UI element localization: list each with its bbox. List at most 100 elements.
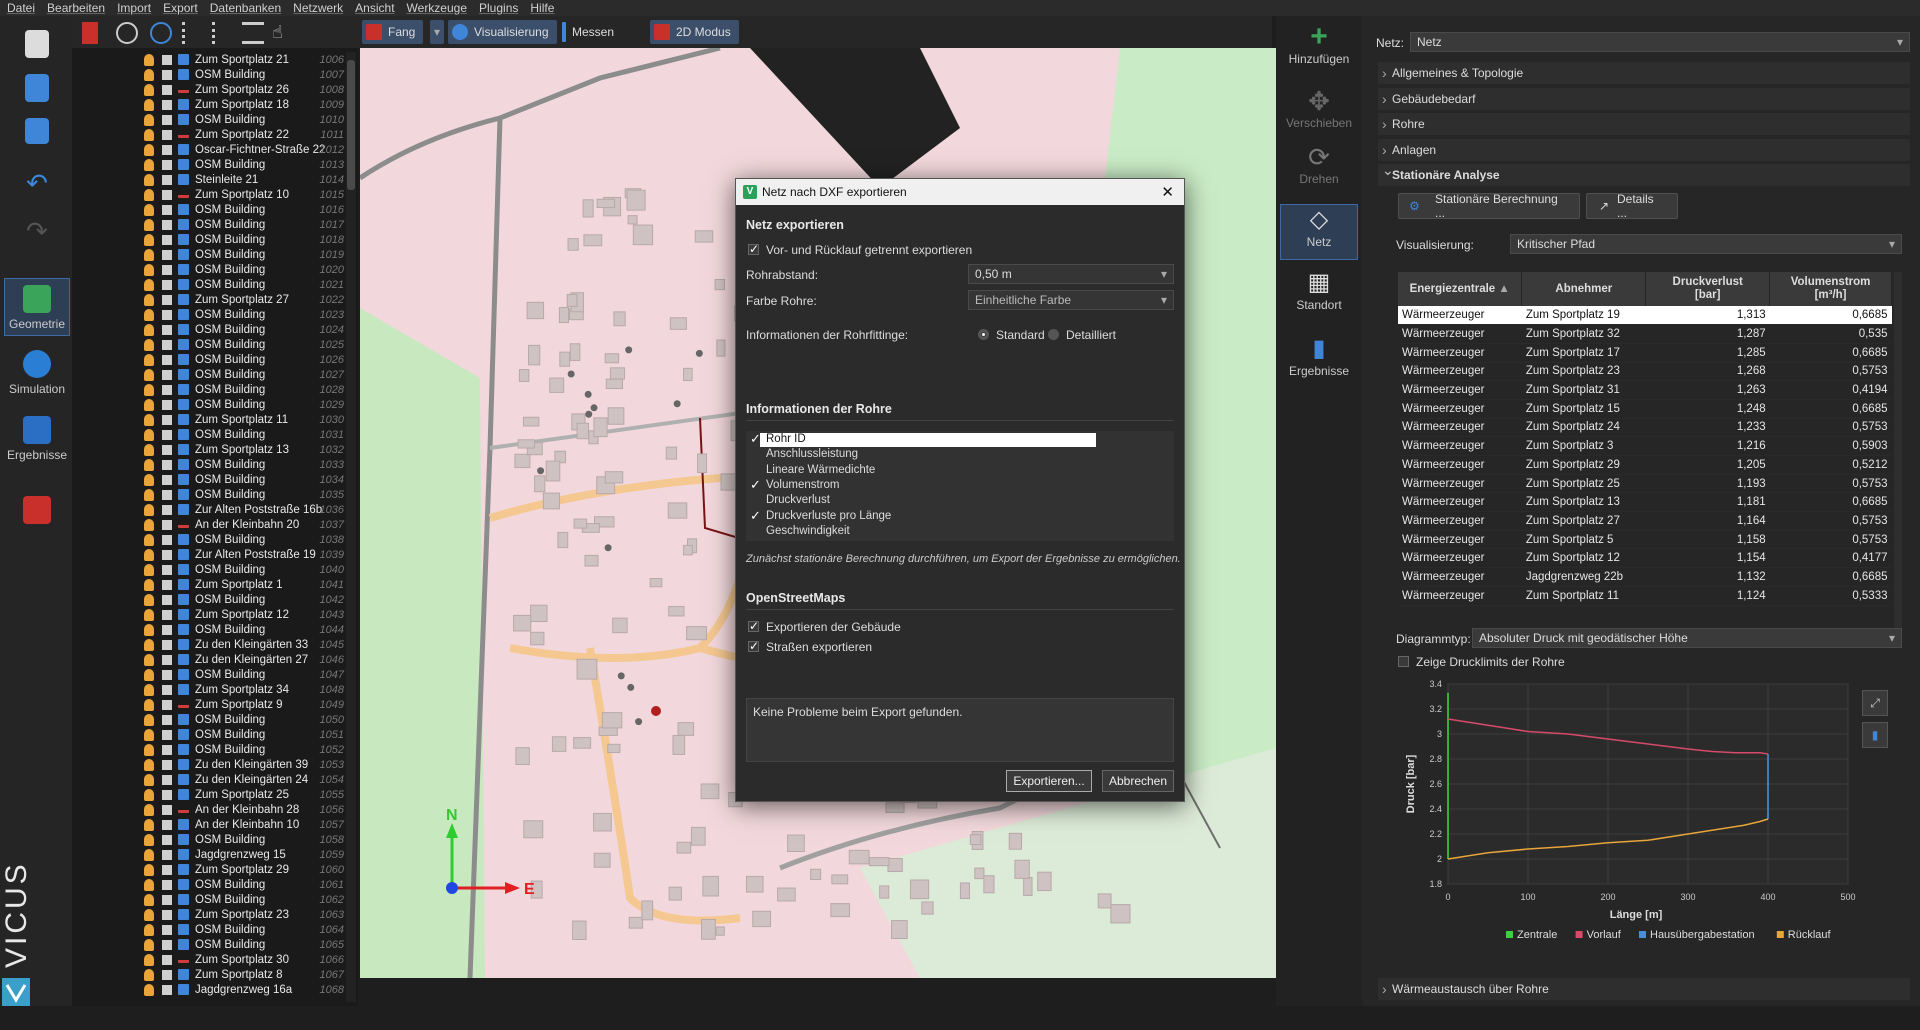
visibility-bulb-icon[interactable]: [144, 563, 154, 576]
building-shape[interactable]: [974, 867, 985, 880]
visibility-bulb-icon[interactable]: [144, 548, 154, 561]
building-shape[interactable]: [715, 926, 725, 936]
stationary-calc-button[interactable]: ⚙ Stationäre Berechnung ...: [1398, 192, 1580, 220]
select-box-icon[interactable]: [162, 384, 172, 395]
visibility-bulb-icon[interactable]: [144, 638, 154, 651]
rohr-info-item[interactable]: Volumenstrom: [760, 479, 1096, 493]
table-row[interactable]: Wärmeerzeuger Zum Sportplatz 12 1,154 0,417…: [1398, 548, 1892, 569]
osm-streets-checkbox[interactable]: [748, 639, 759, 653]
tree-row[interactable]: Jagdgrenzweg 16a 1068: [72, 982, 350, 997]
building-shape[interactable]: [601, 712, 623, 729]
geometrie-button[interactable]: Geometrie: [4, 278, 70, 336]
building-shape[interactable]: [700, 783, 720, 800]
table-row[interactable]: Wärmeerzeuger Zum Sportplatz 15 1,248 0,668…: [1398, 399, 1892, 419]
ergebnisse-button[interactable]: Ergebnisse: [4, 410, 70, 468]
tree-row[interactable]: OSM Building 1065: [72, 937, 350, 952]
select-box-icon[interactable]: [162, 189, 172, 200]
building-shape[interactable]: [1014, 859, 1030, 879]
building-shape[interactable]: [522, 416, 540, 427]
tree-row[interactable]: OSM Building 1007: [72, 67, 350, 82]
select-box-icon[interactable]: [162, 429, 172, 440]
building-shape[interactable]: [513, 614, 532, 632]
building-shape[interactable]: [576, 658, 598, 680]
building-shape[interactable]: [612, 617, 628, 634]
visibility-bulb-icon[interactable]: [144, 893, 154, 906]
building-shape[interactable]: [690, 826, 706, 846]
select-box-icon[interactable]: [162, 849, 172, 860]
network-node[interactable]: [673, 400, 681, 408]
menu-item[interactable]: Datenbanken: [210, 1, 281, 15]
select-box-icon[interactable]: [162, 444, 172, 455]
section-stationaere-analyse[interactable]: Stationäre Analyse: [1378, 162, 1910, 186]
tree-row[interactable]: OSM Building 1024: [72, 322, 350, 337]
rohr-info-item[interactable]: Rohr ID: [760, 433, 1096, 447]
select-box-icon[interactable]: [162, 954, 172, 965]
check-icon[interactable]: ✓: [750, 508, 761, 524]
building-shape[interactable]: [545, 460, 561, 482]
network-node[interactable]: [695, 349, 703, 357]
visibility-bulb-icon[interactable]: [144, 458, 154, 471]
hide-icon[interactable]: [116, 22, 138, 44]
select-box-icon[interactable]: [162, 969, 172, 980]
visibility-bulb-icon[interactable]: [144, 278, 154, 291]
select-box-icon[interactable]: [162, 714, 172, 725]
building-shape[interactable]: [593, 417, 608, 438]
select-box-icon[interactable]: [162, 279, 172, 290]
tree-row[interactable]: OSM Building 1047: [72, 667, 350, 682]
col-energiezentrale[interactable]: Energiezentrale ▲: [1398, 272, 1523, 306]
select-box-icon[interactable]: [162, 339, 172, 350]
section-allgemeines[interactable]: Allgemeines & Topologie: [1378, 62, 1910, 84]
results-button[interactable]: ▮ Ergebnisse: [1280, 334, 1358, 378]
select-box-icon[interactable]: [162, 69, 172, 80]
visibility-bulb-icon[interactable]: [144, 368, 154, 381]
select-box-icon[interactable]: [162, 609, 172, 620]
visibility-bulb-icon[interactable]: [144, 938, 154, 951]
tree-row[interactable]: OSM Building 1026: [72, 352, 350, 367]
building-shape[interactable]: [609, 367, 625, 380]
limits-checkbox[interactable]: [1398, 656, 1409, 667]
visibility-bulb-icon[interactable]: [144, 908, 154, 921]
table-row[interactable]: Wärmeerzeuger Zum Sportplatz 24 1,233 0,575…: [1398, 418, 1892, 438]
building-shape[interactable]: [523, 820, 544, 839]
tree-row[interactable]: Zum Sportplatz 26 1008: [72, 82, 350, 97]
select-box-icon[interactable]: [162, 129, 172, 140]
fang-dropdown[interactable]: ▾: [430, 20, 444, 44]
network-node[interactable]: [617, 672, 625, 680]
select-box-icon[interactable]: [162, 399, 172, 410]
tree-row[interactable]: OSM Building 1038: [72, 532, 350, 547]
tree-row[interactable]: Zum Sportplatz 1 1041: [72, 577, 350, 592]
building-shape[interactable]: [777, 887, 796, 902]
select-box-icon[interactable]: [162, 834, 172, 845]
tree-row[interactable]: Zum Sportplatz 9 1049: [72, 697, 350, 712]
building-shape[interactable]: [557, 531, 569, 549]
tree-row[interactable]: Zum Sportplatz 29 1060: [72, 862, 350, 877]
tree-row[interactable]: OSM Building 1020: [72, 262, 350, 277]
network-node[interactable]: [537, 467, 545, 475]
tree-row[interactable]: OSM Building 1061: [72, 877, 350, 892]
network-node[interactable]: [635, 718, 643, 726]
building-shape[interactable]: [1110, 904, 1131, 924]
select-box-icon[interactable]: [162, 669, 172, 680]
select-box-icon[interactable]: [162, 294, 172, 305]
building-shape[interactable]: [697, 453, 707, 474]
visibility-bulb-icon[interactable]: [144, 863, 154, 876]
visibility-bulb-icon[interactable]: [144, 968, 154, 981]
add-button[interactable]: + Hinzufügen: [1280, 22, 1358, 67]
network-node[interactable]: [627, 683, 635, 691]
building-shape[interactable]: [665, 446, 678, 460]
building-shape[interactable]: [686, 626, 707, 641]
tree-row[interactable]: OSM Building 1017: [72, 217, 350, 232]
select-box-icon[interactable]: [162, 924, 172, 935]
table-row[interactable]: Wärmeerzeuger Zum Sportplatz 11 1,124 0,533…: [1398, 586, 1892, 606]
select-box-icon[interactable]: [162, 729, 172, 740]
section-anlagen[interactable]: Anlagen: [1378, 139, 1910, 161]
visibility-bulb-icon[interactable]: [144, 158, 154, 171]
visibility-bulb-icon[interactable]: [144, 818, 154, 831]
select-box-icon[interactable]: [162, 804, 172, 815]
redo-button[interactable]: ↷: [4, 212, 70, 250]
table-row[interactable]: Wärmeerzeuger Zum Sportplatz 5 1,158 0,5753: [1398, 530, 1892, 550]
network-button[interactable]: ◇ Netz: [1280, 204, 1358, 260]
tree-row[interactable]: OSM Building 1016: [72, 202, 350, 217]
visibility-bulb-icon[interactable]: [144, 68, 154, 81]
building-shape[interactable]: [752, 910, 772, 928]
